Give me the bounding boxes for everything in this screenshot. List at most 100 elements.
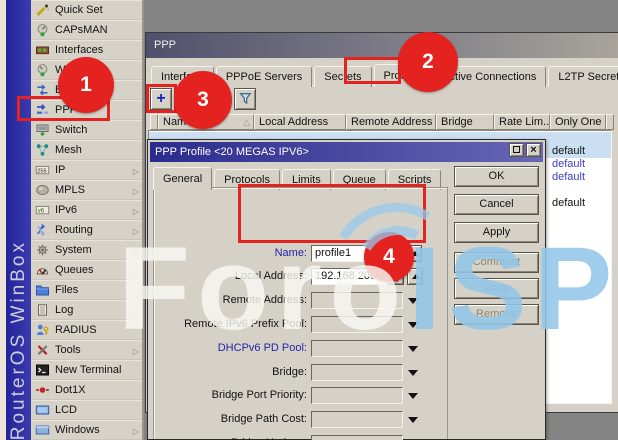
sidebar-item-mesh[interactable]: Mesh — [31, 140, 142, 160]
interfaces-icon — [35, 43, 50, 57]
sidebar-item-interfaces[interactable]: Interfaces — [31, 40, 142, 60]
dropdown-arrow-icon[interactable] — [408, 417, 418, 423]
filter-button[interactable] — [234, 88, 256, 110]
tab-l2tp-secrets[interactable]: L2TP Secrets — [548, 66, 618, 87]
field-label: Bridge: — [160, 364, 307, 381]
tab-interface[interactable]: Interface — [151, 66, 214, 87]
sidebar-item-windows[interactable]: Windows▷ — [31, 420, 142, 440]
comment-button[interactable]: Comment — [454, 252, 539, 273]
field-input[interactable] — [311, 292, 403, 309]
add-profile-button[interactable]: + — [150, 88, 172, 110]
minus-icon: − — [184, 89, 193, 106]
dialog-titlebar[interactable]: PPP Profile <20 MEGAS IPV6> — [150, 142, 543, 162]
wireless-icon — [35, 63, 50, 77]
capsman-icon — [35, 23, 50, 37]
column-header-only-one[interactable]: Only One — [550, 114, 606, 130]
sidebar-item-dot1x[interactable]: Dot1X — [31, 380, 142, 400]
ppp-icon — [35, 103, 50, 117]
system-icon — [35, 243, 50, 257]
dropdown-list-button[interactable] — [388, 268, 404, 285]
ppp-toolbar: + − — [146, 86, 259, 116]
column-header-bridge[interactable]: Bridge — [436, 114, 494, 130]
up-arrow-button[interactable] — [406, 245, 422, 262]
sidebar-item-routing[interactable]: Routing▷ — [31, 220, 142, 240]
dropdown-arrow-icon[interactable] — [408, 322, 418, 328]
sidebar-item-label: New Terminal — [50, 364, 121, 376]
windows-icon — [35, 423, 50, 437]
queues-icon — [35, 263, 50, 277]
apply-button[interactable]: Apply — [454, 222, 539, 243]
sidebar-item-new-terminal[interactable]: New Terminal — [31, 360, 142, 380]
dropdown-arrow-icon[interactable] — [408, 346, 418, 352]
sidebar-item-wireless[interactable]: Wireless — [31, 60, 142, 80]
sidebar-item-label: LCD — [50, 404, 77, 416]
ok-button[interactable]: OK — [454, 166, 539, 187]
up-arrow-button[interactable] — [407, 268, 423, 285]
column-header-name[interactable]: Name△ — [158, 114, 254, 130]
sidebar-item-quick-set[interactable]: Quick Set — [31, 0, 142, 20]
sidebar-item-lcd[interactable]: LCD — [31, 400, 142, 420]
sidebar-item-switch[interactable]: Switch — [31, 120, 142, 140]
sidebar-item-ipv6[interactable]: v6IPv6▷ — [31, 200, 142, 220]
column-header-blank[interactable] — [606, 114, 614, 130]
sidebar-item-label: Log — [50, 304, 73, 316]
maximize-button[interactable] — [509, 143, 524, 157]
sidebar-item-label: Files — [50, 284, 78, 296]
ppp-window-title: PPP — [154, 39, 176, 51]
comment-tool-button[interactable] — [206, 88, 228, 110]
tab-secrets[interactable]: Secrets — [314, 66, 371, 87]
field-row-local-address: Local Address:192.168.200.1 — [154, 268, 447, 285]
field-row-bridge-port-priority: Bridge Port Priority: — [154, 387, 447, 404]
tab-active-connections[interactable]: Active Connections — [432, 66, 546, 87]
column-header-blank[interactable] — [150, 114, 158, 130]
sidebar-item-label: Routing — [50, 224, 93, 236]
dropdown-bar-icon — [392, 273, 401, 275]
sidebar-item-system[interactable]: System▷ — [31, 240, 142, 260]
field-input[interactable] — [311, 364, 403, 381]
sidebar-item-ip[interactable]: 255IP▷ — [31, 160, 142, 180]
sidebar-item-ppp[interactable]: PPP — [31, 100, 142, 120]
remove-button[interactable]: Remove — [454, 304, 539, 325]
field-input[interactable] — [311, 387, 403, 404]
field-input[interactable] — [311, 435, 403, 440]
sidebar-item-radius[interactable]: RADIUS — [31, 320, 142, 340]
tab-profiles[interactable]: Profiles — [374, 64, 431, 87]
sidebar-item-files[interactable]: Files — [31, 280, 142, 300]
column-header-remote-address[interactable]: Remote Address — [346, 114, 436, 130]
sidebar-item-label: Quick Set — [50, 4, 103, 16]
dropdown-arrow-icon[interactable] — [408, 393, 418, 399]
cancel-button[interactable]: Cancel — [454, 194, 539, 215]
ipv6-icon: v6 — [35, 203, 50, 217]
remove-profile-button[interactable]: − — [178, 88, 200, 110]
up-arrow-icon — [411, 251, 419, 256]
tools-icon — [35, 343, 50, 357]
field-input[interactable] — [311, 316, 403, 333]
dialog-tab-general[interactable]: General — [153, 167, 212, 190]
dropdown-arrow-icon[interactable] — [408, 370, 418, 376]
sidebar-item-bridge[interactable]: Bridge — [31, 80, 142, 100]
dropdown-arrow-icon[interactable] — [408, 298, 418, 304]
field-label: DHCPv6 PD Pool: — [160, 340, 307, 357]
winbox-screen: RouterOS WinBox Quick SetCAPsMANInterfac… — [0, 0, 618, 440]
field-input[interactable]: 192.168.200.1 — [311, 268, 387, 285]
sidebar-item-capsman[interactable]: CAPsMAN — [31, 20, 142, 40]
field-input[interactable] — [311, 340, 403, 357]
ppp-window-titlebar[interactable]: PPP — [146, 33, 618, 58]
sidebar-item-label: Queues — [50, 264, 94, 276]
tab-pppoe-servers[interactable]: PPPoE Servers — [216, 66, 312, 87]
field-row-bridge-horizon: Bridge Horizon: — [154, 435, 447, 440]
column-header-rate-lim-[interactable]: Rate Lim... — [494, 114, 550, 130]
field-input[interactable]: profile1 — [311, 245, 403, 262]
dot1x-icon — [35, 383, 50, 397]
column-header-local-address[interactable]: Local Address — [254, 114, 346, 130]
field-input[interactable] — [311, 411, 403, 428]
sidebar-item-label: MPLS — [50, 184, 85, 196]
sidebar-item-log[interactable]: Log — [31, 300, 142, 320]
mpls-icon — [35, 183, 50, 197]
sidebar-item-mpls[interactable]: MPLS▷ — [31, 180, 142, 200]
copy-button[interactable]: Copy — [454, 278, 539, 299]
sidebar-item-tools[interactable]: Tools▷ — [31, 340, 142, 360]
sidebar-item-queues[interactable]: Queues — [31, 260, 142, 280]
main-menu-sidebar: Quick Set CAPsMANInterfacesWirelessBridge… — [31, 0, 144, 440]
close-button[interactable]: × — [526, 143, 541, 157]
